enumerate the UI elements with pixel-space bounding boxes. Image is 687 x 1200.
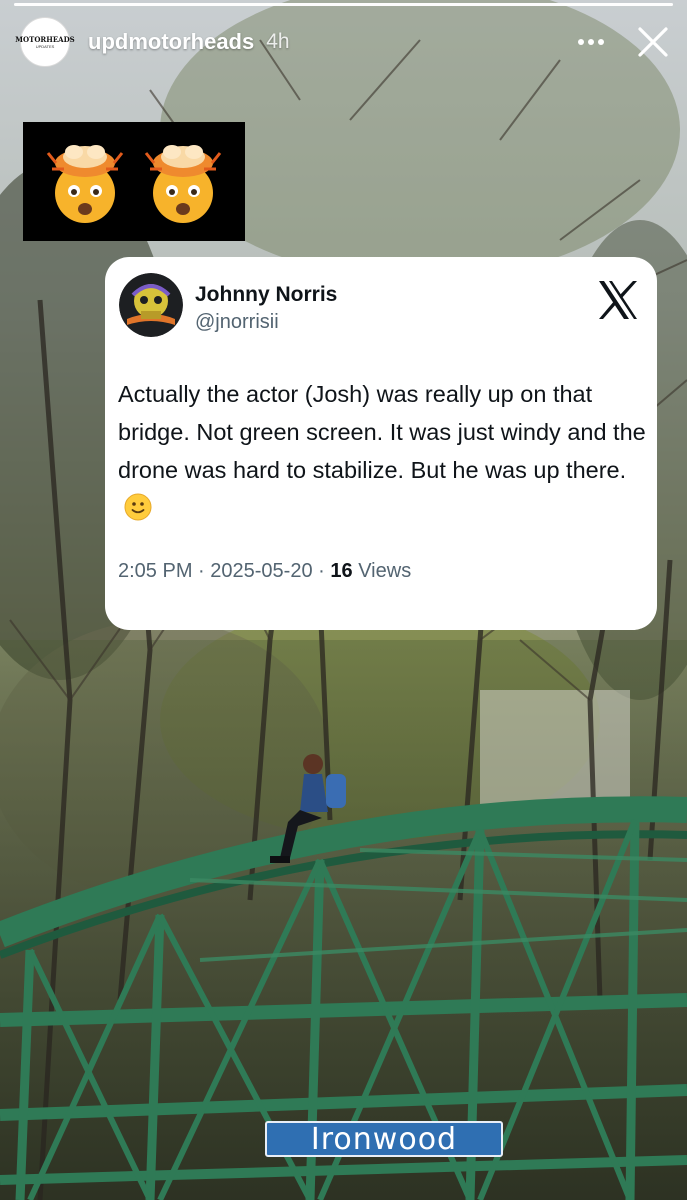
account-avatar[interactable]: MOTORHEADS UPDATES bbox=[15, 17, 75, 67]
exploding-head-emoji bbox=[144, 144, 222, 223]
tweet-author-name[interactable]: Johnny Norris bbox=[195, 283, 337, 307]
tweet-views-label: Views bbox=[358, 560, 412, 582]
tweet-views-count: 16 bbox=[330, 560, 353, 582]
slightly-smiling-face-emoji bbox=[124, 493, 152, 521]
story-progress-fill bbox=[14, 3, 673, 6]
account-username[interactable]: updmotorheads bbox=[88, 29, 254, 55]
story-progress-bar bbox=[14, 3, 673, 6]
close-icon[interactable] bbox=[635, 24, 671, 60]
tweet-time[interactable]: 2:05 PM bbox=[118, 560, 192, 582]
more-options-button[interactable] bbox=[575, 28, 607, 56]
avatar-brand-subtext: UPDATES bbox=[35, 43, 55, 49]
tweet-metadata: 2:05 PM · 2025-05-20 · 16 Views bbox=[118, 560, 411, 583]
x-logo-icon[interactable] bbox=[595, 277, 641, 323]
more-horizontal-icon bbox=[578, 39, 604, 45]
emoji-sticker bbox=[23, 122, 245, 241]
story-header: MOTORHEADS UPDATES updmotorheads 4h bbox=[15, 16, 671, 68]
avatar-brand-text: MOTORHEADS bbox=[15, 34, 75, 44]
exploding-head-emoji bbox=[46, 144, 124, 223]
tweet-body: Actually the actor (Josh) was really up … bbox=[118, 381, 646, 483]
tweet-card[interactable]: Johnny Norris @jnorrisii Actually the ac… bbox=[105, 257, 657, 630]
tweet-text: Actually the actor (Josh) was really up … bbox=[118, 375, 648, 527]
tweet-author-avatar[interactable] bbox=[119, 273, 183, 337]
meta-separator: · bbox=[318, 560, 325, 582]
street-sign: Ironwood bbox=[265, 1121, 503, 1157]
story-viewer[interactable]: MOTORHEADS UPDATES updmotorheads 4h John… bbox=[0, 0, 687, 1200]
tweet-author-handle[interactable]: @jnorrisii bbox=[195, 311, 279, 334]
tweet-date[interactable]: 2025-05-20 bbox=[210, 560, 312, 582]
meta-separator: · bbox=[198, 560, 205, 582]
story-time-ago: 4h bbox=[266, 30, 290, 53]
